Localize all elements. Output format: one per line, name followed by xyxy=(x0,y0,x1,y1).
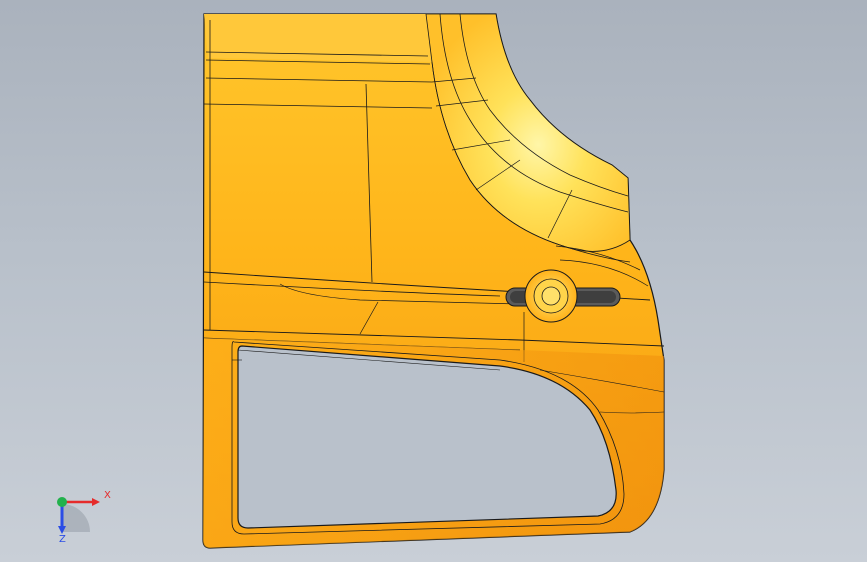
y-axis-dot xyxy=(57,497,67,507)
graphics-viewport[interactable]: X Z xyxy=(0,0,867,562)
z-axis-label: Z xyxy=(59,534,66,545)
coordinate-triad: X Z xyxy=(57,490,111,545)
top-flange xyxy=(204,14,432,62)
x-axis-label: X xyxy=(104,490,111,501)
car-door-model[interactable] xyxy=(0,0,867,562)
